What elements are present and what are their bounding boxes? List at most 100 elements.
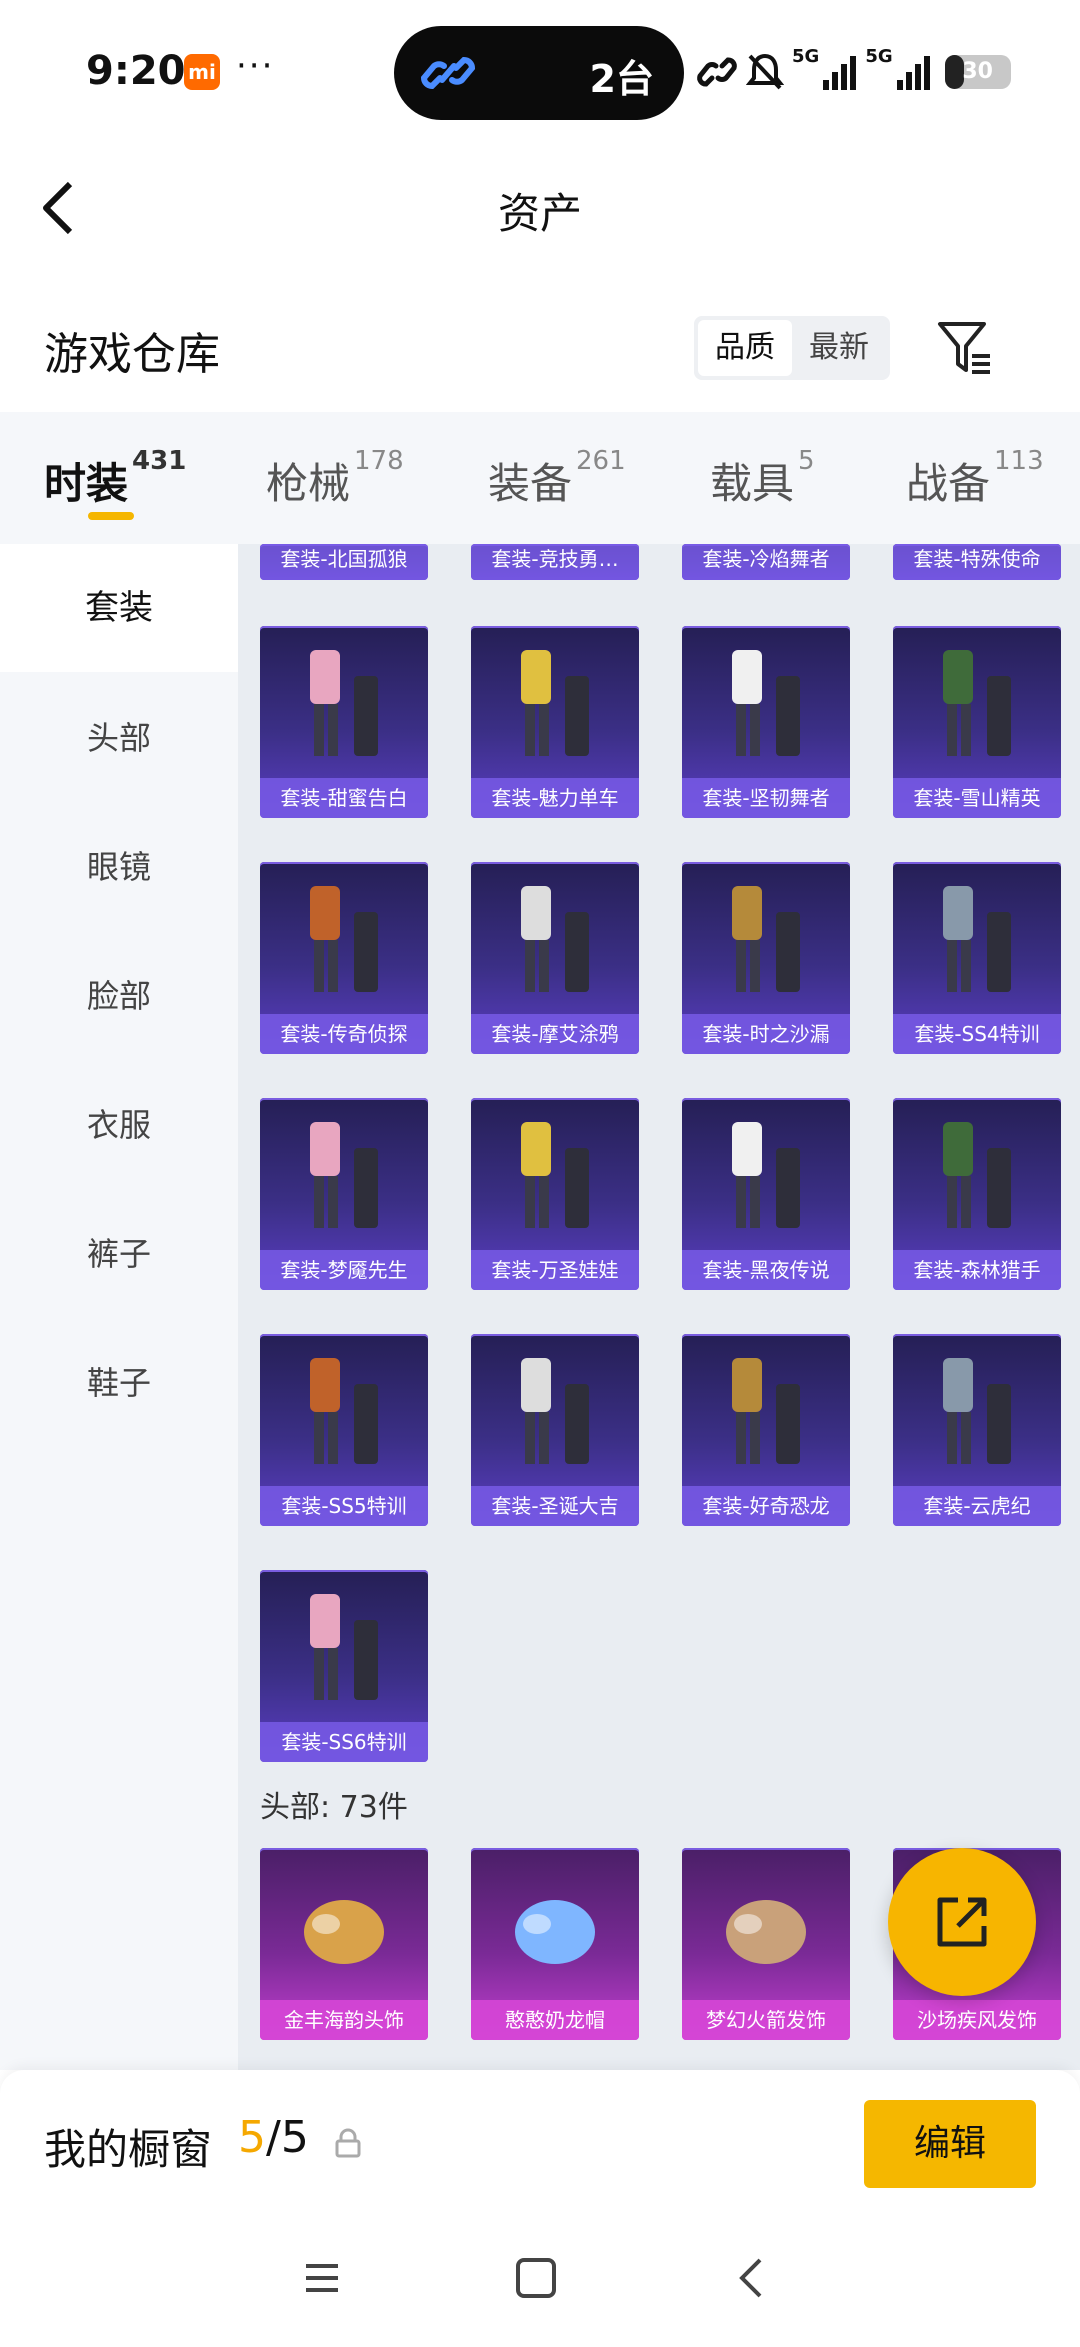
system-nav-bar bbox=[0, 2210, 1080, 2347]
outfit-image bbox=[481, 1108, 629, 1244]
menu-icon[interactable] bbox=[292, 2248, 352, 2308]
outfit-image bbox=[903, 872, 1051, 1008]
item-card[interactable]: 套装-圣诞大吉 bbox=[471, 1334, 639, 1526]
item-name: 套装-时之沙漏 bbox=[682, 1014, 850, 1054]
sidebar-item-face[interactable]: 脸部 bbox=[0, 932, 238, 1060]
sort-quality-option[interactable]: 品质 bbox=[698, 320, 792, 376]
sidebar: 套装 头部 眼镜 脸部 衣服 裤子 鞋子 bbox=[0, 544, 238, 2070]
item-card[interactable]: 憨憨奶龙帽 bbox=[471, 1848, 639, 2040]
tab-label: 枪械 bbox=[266, 459, 351, 508]
showcase-count: 5/5 bbox=[238, 2112, 309, 2163]
item-card[interactable]: 套装-冷焰舞者 bbox=[682, 544, 850, 580]
item-card[interactable]: 套装-SS5特训 bbox=[260, 1334, 428, 1526]
sidebar-item-suits[interactable]: 套装 bbox=[0, 544, 238, 672]
item-name: 套装-圣诞大吉 bbox=[471, 1486, 639, 1526]
tab-count: 431 bbox=[132, 446, 187, 476]
sort-latest-option[interactable]: 最新 bbox=[792, 320, 886, 376]
nav-header: 资产 bbox=[0, 140, 1080, 270]
sidebar-item-glasses[interactable]: 眼镜 bbox=[0, 803, 238, 931]
item-name: 套装-SS5特训 bbox=[260, 1486, 428, 1526]
item-card[interactable]: 金丰海韵头饰 bbox=[260, 1848, 428, 2040]
tab-guns[interactable]: 枪械 178 bbox=[266, 446, 404, 510]
item-card[interactable]: 套装-坚韧舞者 bbox=[682, 626, 850, 818]
item-card[interactable]: 套装-传奇侦探 bbox=[260, 862, 428, 1054]
showcase-count-current: 5 bbox=[238, 2112, 266, 2163]
item-card[interactable]: 套装-黑夜传说 bbox=[682, 1098, 850, 1290]
outfit-image bbox=[903, 1344, 1051, 1480]
tab-combat-prep[interactable]: 战备 113 bbox=[906, 446, 1044, 510]
item-grid: 套装-北国孤狼 套装-竞技勇… 套装-冷焰舞者 套装-特殊使命 套装-甜蜜告白 … bbox=[238, 544, 1080, 2070]
item-name: 套装-特殊使命 bbox=[893, 544, 1061, 580]
edit-button[interactable]: 编辑 bbox=[864, 2100, 1036, 2188]
section-title: 游戏仓库 bbox=[44, 329, 220, 380]
system-back-icon[interactable] bbox=[722, 2248, 782, 2308]
tab-count: 113 bbox=[994, 446, 1044, 476]
item-name: 套装-摩艾涂鸦 bbox=[471, 1014, 639, 1054]
outfit-image bbox=[270, 872, 418, 1008]
tab-label: 装备 bbox=[488, 459, 573, 508]
outfit-image bbox=[692, 872, 840, 1008]
head-section-heading: 头部: 73件 bbox=[260, 1790, 408, 1825]
item-card[interactable]: 套装-万圣娃娃 bbox=[471, 1098, 639, 1290]
active-tab-indicator bbox=[88, 512, 134, 520]
item-name: 沙场疾风发饰 bbox=[893, 2000, 1061, 2040]
item-card[interactable]: 套装-甜蜜告白 bbox=[260, 626, 428, 818]
signal-1-icon bbox=[823, 56, 857, 90]
tab-count: 261 bbox=[576, 446, 626, 476]
item-name: 套装-好奇恐龙 bbox=[682, 1486, 850, 1526]
item-card[interactable]: 套装-雪山精英 bbox=[893, 626, 1061, 818]
page: 9:20 mi ··· 2台 5G 5G 30 资产 游戏仓库 品质 最新 时装… bbox=[0, 0, 1080, 2347]
headwear-image bbox=[270, 1858, 418, 1994]
item-name: 套装-甜蜜告白 bbox=[260, 778, 428, 818]
item-name: 套装-北国孤狼 bbox=[260, 544, 428, 580]
item-card[interactable]: 套装-好奇恐龙 bbox=[682, 1334, 850, 1526]
item-name: 憨憨奶龙帽 bbox=[471, 2000, 639, 2040]
warehouse-header: 游戏仓库 品质 最新 bbox=[0, 270, 1080, 412]
item-card[interactable]: 套装-特殊使命 bbox=[893, 544, 1061, 580]
mute-bell-icon bbox=[746, 53, 784, 90]
outfit-image bbox=[481, 636, 629, 772]
tab-vehicles[interactable]: 载具 5 bbox=[710, 446, 815, 510]
tab-label: 载具 bbox=[710, 459, 795, 508]
item-card[interactable]: 套装-竞技勇… bbox=[471, 544, 639, 580]
item-card[interactable]: 套装-梦魇先生 bbox=[260, 1098, 428, 1290]
item-name: 套装-坚韧舞者 bbox=[682, 778, 850, 818]
filter-icon[interactable] bbox=[936, 318, 994, 380]
headwear-image bbox=[481, 1858, 629, 1994]
tab-equipment[interactable]: 装备 261 bbox=[488, 446, 626, 510]
tab-count: 178 bbox=[354, 446, 404, 476]
signal-2-icon bbox=[896, 56, 930, 90]
outfit-image bbox=[481, 872, 629, 1008]
home-icon[interactable] bbox=[506, 2248, 566, 2308]
page-title: 资产 bbox=[497, 189, 582, 238]
outfit-image bbox=[270, 636, 418, 772]
headwear-image bbox=[692, 1858, 840, 1994]
sidebar-item-shoes[interactable]: 鞋子 bbox=[0, 1319, 238, 1447]
item-name: 套装-传奇侦探 bbox=[260, 1014, 428, 1054]
item-name: 金丰海韵头饰 bbox=[260, 2000, 428, 2040]
item-card[interactable]: 套装-云虎纪 bbox=[893, 1334, 1061, 1526]
item-name: 套装-竞技勇… bbox=[471, 544, 639, 580]
item-card[interactable]: 梦幻火箭发饰 bbox=[682, 1848, 850, 2040]
item-card[interactable]: 套装-时之沙漏 bbox=[682, 862, 850, 1054]
island-text: 2台 bbox=[589, 57, 654, 101]
sidebar-item-head[interactable]: 头部 bbox=[0, 674, 238, 802]
item-card[interactable]: 套装-森林猎手 bbox=[893, 1098, 1061, 1290]
showcase-bar: 我的橱窗 5/5 编辑 bbox=[0, 2070, 1080, 2210]
mi-app-icon: mi bbox=[184, 54, 220, 90]
link-icon bbox=[420, 56, 476, 90]
sidebar-item-pants[interactable]: 裤子 bbox=[0, 1190, 238, 1318]
share-button[interactable] bbox=[888, 1848, 1036, 1996]
sort-toggle: 品质 最新 bbox=[694, 316, 890, 380]
sidebar-item-clothes[interactable]: 衣服 bbox=[0, 1061, 238, 1189]
item-name: 套装-魅力单车 bbox=[471, 778, 639, 818]
item-card[interactable]: 套装-摩艾涂鸦 bbox=[471, 862, 639, 1054]
tab-label: 战备 bbox=[906, 459, 991, 508]
item-card[interactable]: 套装-SS6特训 bbox=[260, 1570, 428, 1762]
item-card[interactable]: 套装-SS4特训 bbox=[893, 862, 1061, 1054]
dynamic-island[interactable]: 2台 bbox=[394, 26, 684, 120]
item-card[interactable]: 套装-北国孤狼 bbox=[260, 544, 428, 580]
signal-2-label: 5G bbox=[865, 46, 893, 67]
tab-fashion[interactable]: 时装 431 bbox=[44, 446, 186, 510]
item-card[interactable]: 套装-魅力单车 bbox=[471, 626, 639, 818]
